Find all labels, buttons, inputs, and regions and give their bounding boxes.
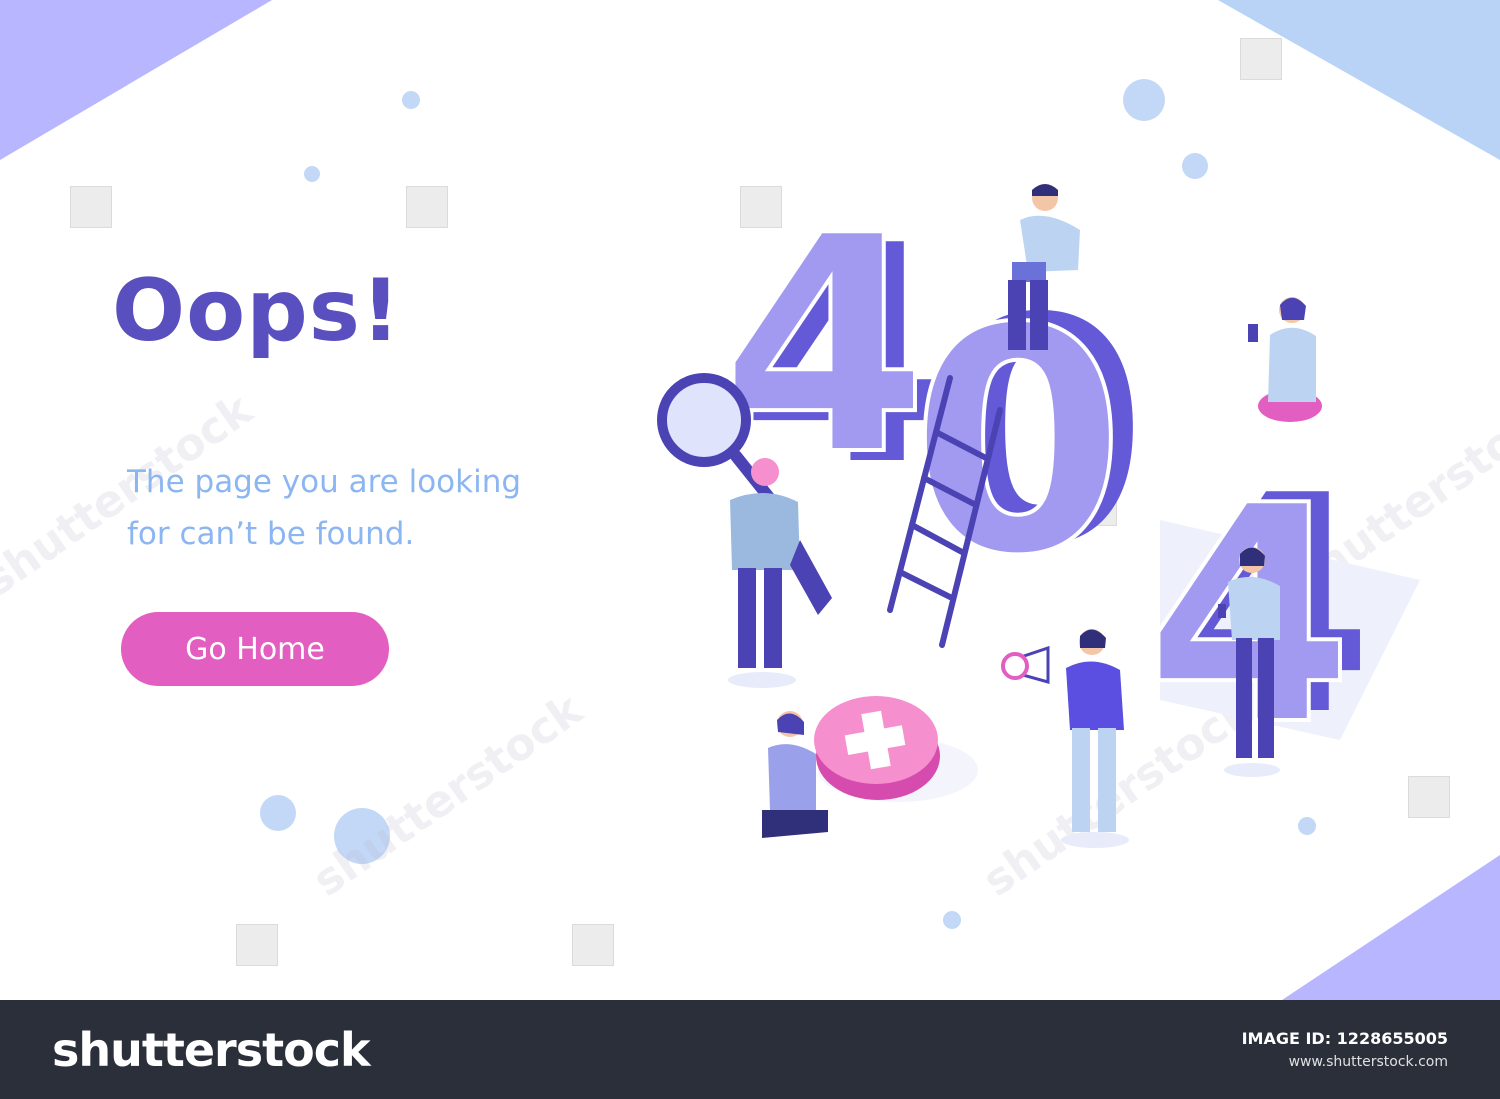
error-404-illustration: 4 4 0 0 4 4	[657, 170, 1420, 848]
decor-dot	[943, 911, 961, 929]
close-icon	[814, 696, 978, 802]
megaphone-icon	[1001, 645, 1050, 684]
error-message-line: for can’t be found.	[127, 516, 415, 552]
decor-dot	[260, 795, 296, 831]
error-message-line: The page you are looking	[127, 464, 522, 500]
watermark-stamp	[70, 186, 112, 228]
error-message: The page you are looking for can’t be fo…	[127, 456, 607, 560]
watermark-stamp	[572, 924, 614, 966]
brand-logo: shutterstock	[52, 1022, 371, 1077]
phone-icon	[1248, 324, 1258, 342]
decor-dot	[304, 166, 320, 182]
watermark-stamp	[406, 186, 448, 228]
decor-dot	[1123, 79, 1165, 121]
footer-bar: shutterstock IMAGE ID: 1228655005 www.sh…	[0, 1000, 1500, 1099]
site-url: www.shutterstock.com	[1288, 1054, 1448, 1070]
watermark-stamp	[236, 924, 278, 966]
top-left-corner-shape	[0, 0, 272, 160]
person-with-megaphone	[1001, 629, 1129, 848]
decor-dot	[402, 91, 420, 109]
watermark-stamp	[1240, 38, 1282, 80]
decor-dot	[334, 808, 390, 864]
person-with-phone-sitting	[1248, 297, 1322, 422]
image-id-label: IMAGE ID: 1228655005	[1241, 1029, 1448, 1048]
go-home-button[interactable]: Go Home	[121, 612, 389, 686]
page-title: Oops!	[112, 261, 402, 361]
page-canvas: shutterstock shutterstock shutterstock s…	[0, 0, 1500, 1000]
laptop-icon	[1012, 262, 1046, 282]
image-meta: IMAGE ID: 1228655005 www.shutterstock.co…	[1242, 1029, 1448, 1070]
